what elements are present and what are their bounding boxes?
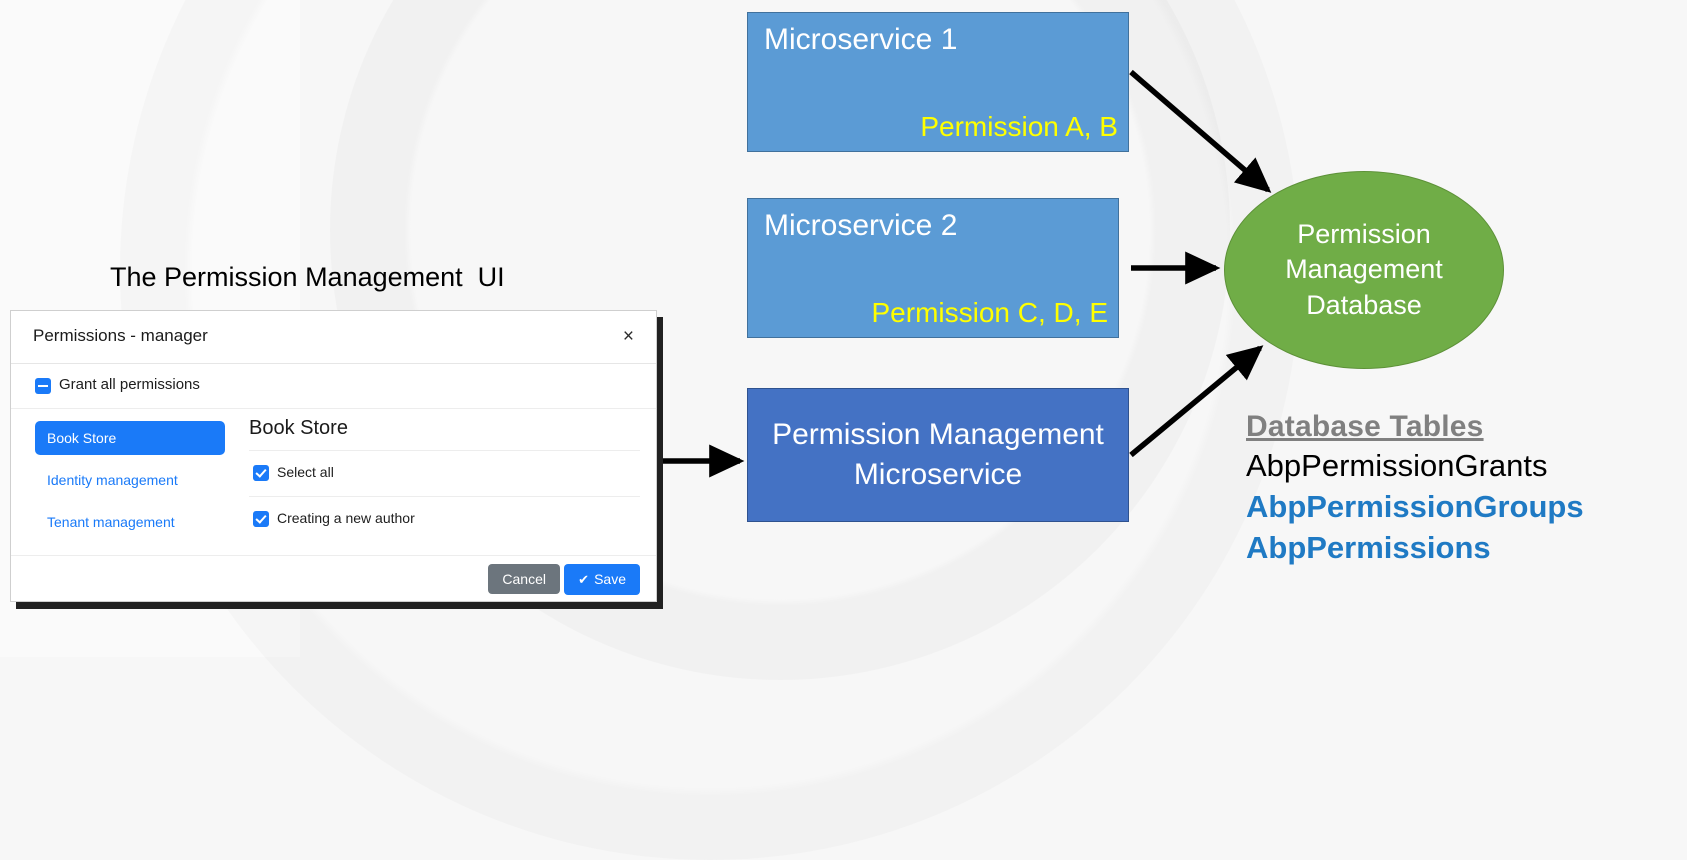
- database-tables-header: Database Tables: [1246, 410, 1666, 444]
- pane-title: Book Store: [249, 417, 640, 451]
- check-icon: ✔: [578, 572, 589, 587]
- permission-pane: Book Store Select all Creating a new aut…: [249, 417, 640, 542]
- arrow-ms1-to-db: [1131, 72, 1268, 190]
- permission-row-select-all[interactable]: Select all: [249, 451, 640, 497]
- cancel-button[interactable]: Cancel: [488, 564, 560, 594]
- grant-all-label: Grant all permissions: [59, 376, 200, 393]
- permission-management-microservice-box: Permission Management Microservice: [747, 388, 1129, 522]
- database-tables-list: Database Tables AbpPermissionGrants AbpP…: [1246, 410, 1666, 569]
- select-all-checkbox[interactable]: [253, 465, 269, 481]
- select-all-label: Select all: [277, 464, 334, 480]
- pmms-title-line2: Microservice: [854, 458, 1022, 491]
- tab-identity-management[interactable]: Identity management: [35, 463, 225, 497]
- microservice-1-permissions: Permission A, B: [920, 111, 1118, 143]
- tab-book-store[interactable]: Book Store: [35, 421, 225, 455]
- modal-footer: Cancel ✔ Save: [11, 555, 656, 601]
- microservice-1-title: Microservice 1: [764, 23, 957, 56]
- grant-all-permissions-row[interactable]: Grant all permissions: [11, 364, 656, 409]
- microservice-2-permissions: Permission C, D, E: [872, 297, 1109, 329]
- modal-title: Permissions - manager: [33, 326, 208, 346]
- grant-all-checkbox[interactable]: [35, 378, 51, 394]
- arrow-pmms-to-db: [1131, 348, 1260, 455]
- creating-a-new-author-label: Creating a new author: [277, 510, 415, 526]
- tab-tenant-management[interactable]: Tenant management: [35, 505, 225, 539]
- table-row: AbpPermissionGrants: [1246, 446, 1666, 487]
- permissions-modal: Permissions - manager × Grant all permis…: [10, 310, 657, 602]
- microservice-2-title: Microservice 2: [764, 209, 957, 242]
- table-row: AbpPermissions: [1246, 528, 1666, 569]
- database-label-line2: Management: [1285, 254, 1443, 284]
- creating-a-new-author-checkbox[interactable]: [253, 511, 269, 527]
- save-button[interactable]: ✔ Save: [564, 564, 640, 595]
- microservice-2-box: Microservice 2 Permission C, D, E: [747, 198, 1119, 338]
- database-label-line3: Database: [1306, 290, 1422, 320]
- permission-row-creating-a-new-author[interactable]: Creating a new author: [249, 497, 640, 542]
- permission-group-tabs: Book Store Identity management Tenant ma…: [35, 421, 225, 547]
- modal-body: Book Store Identity management Tenant ma…: [11, 409, 656, 559]
- permission-management-database-ellipse: Permission Management Database: [1224, 171, 1504, 369]
- table-row: AbpPermissionGroups: [1246, 487, 1666, 528]
- pmms-title-line1: Permission Management: [772, 418, 1104, 451]
- database-label-line1: Permission: [1297, 219, 1431, 249]
- save-button-label: Save: [594, 571, 626, 587]
- microservice-1-box: Microservice 1 Permission A, B: [747, 12, 1129, 152]
- page-title: The Permission Management UI: [110, 262, 505, 293]
- modal-header: Permissions - manager ×: [11, 311, 656, 364]
- close-icon[interactable]: ×: [619, 325, 638, 348]
